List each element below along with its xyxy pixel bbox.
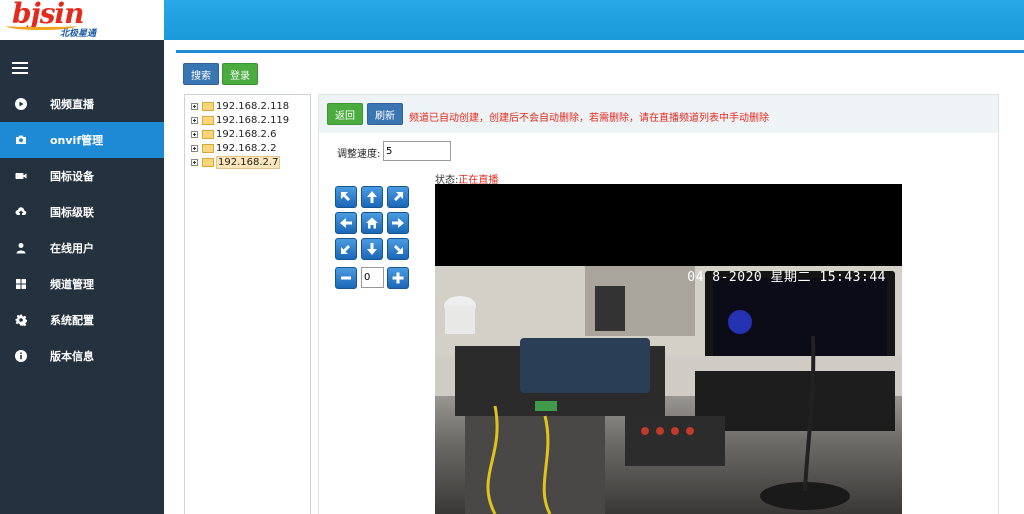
content-divider [176, 50, 1024, 53]
ptz-down-right-button[interactable] [387, 238, 409, 260]
device-tree: 192.168.2.118 192.168.2.119 192.168.2.6 … [184, 94, 311, 514]
video-camera-icon [14, 169, 28, 183]
sidebar-item-label: 视频直播 [50, 98, 94, 111]
arrow-left-icon [340, 218, 352, 228]
sidebar-item-gb-devices[interactable]: 国标设备 [0, 158, 164, 194]
sidebar-item-label: 国标级联 [50, 206, 94, 219]
folder-icon [202, 129, 214, 139]
tree-node[interactable]: 192.168.2.2 [191, 141, 276, 155]
logo-subtitle: 北极星通 [60, 29, 97, 39]
expand-icon[interactable] [191, 144, 198, 152]
folder-icon [202, 101, 214, 111]
plus-icon [392, 272, 404, 284]
tree-node[interactable]: 192.168.2.118 [191, 99, 289, 113]
main-header: 返回 刷新 频道已自动创建，创建后不会自动删除，若需删除，请在直播频道列表中手动… [319, 95, 998, 133]
sidebar-item-online-users[interactable]: 在线用户 [0, 230, 164, 266]
sidebar-item-channel-mgmt[interactable]: 频道管理 [0, 266, 164, 302]
ptz-down-button[interactable] [361, 238, 383, 260]
menu-toggle-icon[interactable] [12, 62, 28, 76]
tree-node-label: 192.168.2.118 [216, 100, 290, 112]
expand-icon[interactable] [191, 102, 198, 110]
search-button[interactable]: 搜索 [183, 63, 219, 85]
folder-icon [202, 115, 214, 125]
logo: bjsin 北极星通 [0, 0, 164, 40]
expand-icon[interactable] [191, 116, 198, 124]
camera-icon [14, 133, 28, 147]
zoom-input[interactable] [361, 267, 384, 288]
camera-scene-image [435, 266, 902, 514]
sidebar-item-gb-cascade[interactable]: 国标级联 [0, 194, 164, 230]
ptz-up-right-button[interactable] [387, 186, 409, 208]
ptz-right-button[interactable] [387, 212, 409, 234]
zoom-out-button[interactable] [335, 267, 357, 289]
sidebar-item-label: 频道管理 [50, 278, 94, 291]
sidebar-item-label: onvif管理 [50, 134, 104, 147]
sidebar-item-label: 版本信息 [50, 350, 94, 363]
arrow-up-icon [367, 191, 377, 203]
expand-icon[interactable] [191, 158, 198, 166]
tree-node-label: 192.168.2.6 [216, 128, 277, 140]
folder-icon [202, 157, 214, 167]
sidebar-item-onvif[interactable]: onvif管理 [0, 122, 164, 158]
ptz-up-left-button[interactable] [335, 186, 357, 208]
ptz-down-left-button[interactable] [335, 238, 357, 260]
sidebar-item-video-live[interactable]: 视频直播 [0, 86, 164, 122]
arrow-down-right-icon [394, 245, 403, 254]
back-button[interactable]: 返回 [327, 103, 363, 125]
tree-node-label: 192.168.2.2 [216, 142, 277, 154]
arrow-up-right-icon [394, 192, 403, 201]
zoom-in-button[interactable] [387, 267, 409, 289]
sidebar-item-version-info[interactable]: 版本信息 [0, 338, 164, 374]
tree-node[interactable]: 192.168.2.119 [191, 113, 289, 127]
video-frame [435, 266, 902, 514]
info-icon [14, 349, 28, 363]
sidebar-item-label: 在线用户 [50, 242, 94, 255]
tree-node-label: 192.168.2.119 [216, 114, 290, 126]
minus-icon [341, 276, 351, 280]
refresh-button[interactable]: 刷新 [367, 103, 403, 125]
home-icon [366, 217, 378, 229]
sidebar-item-label: 系统配置 [50, 314, 94, 327]
sidebar: 视频直播 onvif管理 国标设备 国标级联 在线用户 频道管理 系统配置 版本… [0, 40, 164, 514]
arrow-up-left-icon [341, 192, 350, 201]
sidebar-item-system-config[interactable]: 系统配置 [0, 302, 164, 338]
tree-node[interactable]: 192.168.2.6 [191, 127, 276, 141]
play-circle-icon [14, 97, 28, 111]
arrow-down-icon [367, 243, 377, 255]
speed-input[interactable] [383, 141, 451, 161]
grid-icon [14, 277, 28, 291]
speed-label: 调整速度: [337, 149, 381, 160]
folder-icon [202, 143, 214, 153]
cloud-upload-icon [14, 205, 28, 219]
osd-timestamp: 04 8-2020 星期二 15:43:44 [687, 270, 886, 285]
user-icon [14, 241, 28, 255]
ptz-up-button[interactable] [361, 186, 383, 208]
notice-text: 频道已自动创建，创建后不会自动删除，若需删除，请在直播频道列表中手动删除 [409, 113, 769, 124]
arrow-right-icon [392, 218, 404, 228]
sidebar-item-label: 国标设备 [50, 170, 94, 183]
expand-icon[interactable] [191, 130, 198, 138]
login-button[interactable]: 登录 [222, 63, 258, 85]
tree-node-label: 192.168.2.7 [216, 155, 281, 169]
ptz-left-button[interactable] [335, 212, 357, 234]
gear-icon [14, 313, 28, 327]
video-player[interactable]: 04 8-2020 星期二 15:43:44 [435, 184, 902, 514]
tree-node-selected[interactable]: 192.168.2.7 [191, 155, 281, 169]
ptz-home-button[interactable] [361, 212, 383, 234]
arrow-down-left-icon [341, 245, 350, 254]
